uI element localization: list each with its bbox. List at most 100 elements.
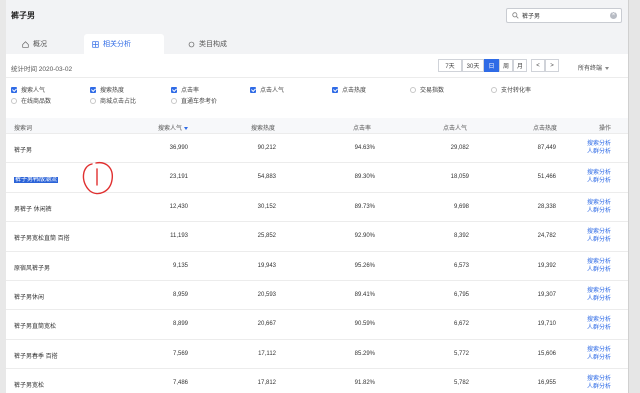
metric-click-heat[interactable]: 点击热度 (332, 85, 366, 94)
table-row: 原宿风裤子男 9,135 19,943 95.26% 6,573 19,392 … (6, 252, 628, 281)
checkbox-checked-icon[interactable] (90, 86, 96, 93)
metric-search-popularity[interactable]: 搜索人气 (11, 85, 45, 94)
crowd-analysis-link[interactable]: 人群分析 (587, 207, 611, 215)
checkbox-checked-icon[interactable] (171, 86, 177, 93)
selected-text[interactable]: 裤子男韩版潮流 (14, 177, 59, 184)
metric-search-heat[interactable]: 搜索热度 (90, 85, 124, 94)
col-search-heat[interactable]: 搜索热度 (251, 123, 275, 132)
search-icon (512, 12, 519, 19)
col-search-popularity[interactable]: 搜索人气 (158, 123, 189, 132)
click-popularity: 18,059 (450, 174, 469, 181)
search-term[interactable]: 裤子男 (14, 145, 32, 154)
click-heat: 16,955 (537, 380, 556, 387)
search-box[interactable]: × (506, 8, 622, 23)
crowd-analysis-link[interactable]: 人群分析 (587, 266, 611, 274)
metric-mall-click-share[interactable]: 商城点击占比 (90, 96, 136, 105)
range-7d-button[interactable]: 7天 (438, 59, 462, 72)
search-term[interactable]: 裤子男宽松 (14, 380, 44, 389)
search-term[interactable]: 裤子男韩版潮流 (14, 174, 59, 184)
col-search-term[interactable]: 搜索词 (14, 123, 32, 132)
search-analysis-link[interactable]: 搜索分析 (587, 375, 611, 383)
search-term[interactable]: 原宿风裤子男 (14, 263, 50, 272)
clear-icon[interactable]: × (610, 12, 617, 19)
radio-icon[interactable] (491, 86, 497, 93)
metric-trade-index[interactable]: 交易指数 (410, 85, 444, 94)
metric-pay-conversion[interactable]: 支付转化率 (491, 85, 531, 94)
table-row: 裤子男宽松 7,486 17,812 91.82% 5,782 16,955 搜… (6, 369, 628, 393)
vertical-scrollbar[interactable] (628, 0, 640, 393)
table-row: 裤子男休闲 8,959 20,593 89.41% 6,795 19,307 搜… (6, 281, 628, 311)
search-popularity: 23,191 (169, 174, 188, 181)
click-popularity: 6,672 (453, 321, 469, 328)
radio-icon[interactable] (11, 97, 17, 104)
checkbox-checked-icon[interactable] (11, 86, 17, 93)
search-term[interactable]: 裤子男春季 百搭 (14, 351, 58, 360)
prev-date-button[interactable]: < (531, 59, 545, 72)
sort-desc-icon[interactable] (184, 126, 189, 130)
col-click-rate[interactable]: 点击率 (353, 123, 371, 132)
radio-icon[interactable] (90, 97, 96, 104)
terminal-select[interactable]: 所有终端 (578, 63, 610, 72)
crowd-analysis-link[interactable]: 人群分析 (587, 295, 611, 303)
search-input[interactable] (522, 10, 610, 21)
checkbox-checked-icon[interactable] (250, 86, 256, 93)
search-popularity: 7,569 (172, 350, 188, 357)
crowd-analysis-link[interactable]: 人群分析 (587, 236, 611, 244)
col-click-heat[interactable]: 点击热度 (533, 123, 557, 132)
search-term[interactable]: 男裤子 休闲裤 (14, 204, 52, 213)
search-analysis-link[interactable]: 搜索分析 (587, 228, 611, 236)
checkbox-checked-icon[interactable] (332, 86, 338, 93)
click-heat: 19,710 (537, 321, 556, 328)
metric-label: 支付转化率 (501, 88, 532, 94)
radio-icon[interactable] (410, 86, 416, 93)
range-week-button[interactable]: 周 (499, 59, 513, 72)
category-icon (188, 41, 195, 47)
search-popularity: 36,990 (169, 145, 188, 151)
crowd-analysis-link[interactable]: 人群分析 (587, 324, 611, 332)
search-term[interactable]: 裤子男宽松直筒 百搭 (14, 233, 70, 242)
metric-online-items[interactable]: 在线商品数 (11, 96, 51, 105)
click-heat: 24,782 (537, 233, 556, 240)
search-analysis-link[interactable]: 搜索分析 (587, 199, 611, 207)
search-analysis-link[interactable]: 搜索分析 (587, 140, 611, 148)
tab-overview[interactable]: 概况 (14, 34, 55, 54)
row-actions: 搜索分析 人群分析 (587, 140, 611, 156)
crowd-analysis-link[interactable]: 人群分析 (587, 383, 611, 391)
tab-category-composition-label: 类目构成 (199, 41, 227, 48)
metric-selector: 搜索人气 搜索热度 点击率 点击人气 点击热度 交易指数 支付转化率 在线商品数… (6, 78, 628, 105)
metric-click-rate[interactable]: 点击率 (171, 85, 199, 94)
range-day-button[interactable]: 日 (484, 59, 499, 72)
crowd-analysis-link[interactable]: 人群分析 (587, 354, 611, 362)
tab-related-analysis[interactable]: 相关分析 (84, 34, 164, 54)
search-analysis-link[interactable]: 搜索分析 (587, 346, 611, 354)
metric-ztc-price[interactable]: 直通车参考价 (171, 96, 217, 105)
metric-label: 搜索人气 (21, 88, 46, 94)
range-30d-button[interactable]: 30天 (462, 59, 484, 72)
tab-category-composition[interactable]: 类目构成 (180, 34, 235, 54)
click-popularity: 6,573 (453, 262, 469, 269)
search-analysis-link[interactable]: 搜索分析 (587, 169, 611, 177)
crowd-analysis-link[interactable]: 人群分析 (587, 177, 611, 185)
metric-label: 点击人气 (260, 88, 285, 94)
title-bar: 裤子男 × (6, 0, 628, 30)
search-term[interactable]: 裤子男休闲 (14, 292, 44, 301)
row-actions: 搜索分析 人群分析 (587, 287, 611, 303)
search-popularity: 12,430 (169, 203, 188, 210)
click-popularity: 5,782 (453, 380, 469, 387)
click-rate: 94.63% (354, 145, 375, 151)
metric-click-popularity[interactable]: 点击人气 (250, 85, 284, 94)
range-month-button[interactable]: 月 (513, 59, 527, 72)
search-heat: 19,943 (257, 262, 276, 269)
search-popularity: 8,959 (172, 291, 188, 298)
search-term[interactable]: 裤子男直筒宽松 (14, 321, 56, 330)
radio-icon[interactable] (171, 97, 177, 104)
click-rate: 90.59% (354, 321, 375, 328)
search-analysis-link[interactable]: 搜索分析 (587, 287, 611, 295)
search-analysis-link[interactable]: 搜索分析 (587, 258, 611, 266)
col-click-popularity[interactable]: 点击人气 (443, 123, 467, 132)
stat-date: 统计时间 2020-03-02 (11, 66, 73, 73)
crowd-analysis-link[interactable]: 人群分析 (587, 148, 611, 156)
search-analysis-link[interactable]: 搜索分析 (587, 316, 611, 324)
click-heat: 28,338 (537, 203, 556, 210)
next-date-button[interactable]: > (545, 59, 559, 72)
